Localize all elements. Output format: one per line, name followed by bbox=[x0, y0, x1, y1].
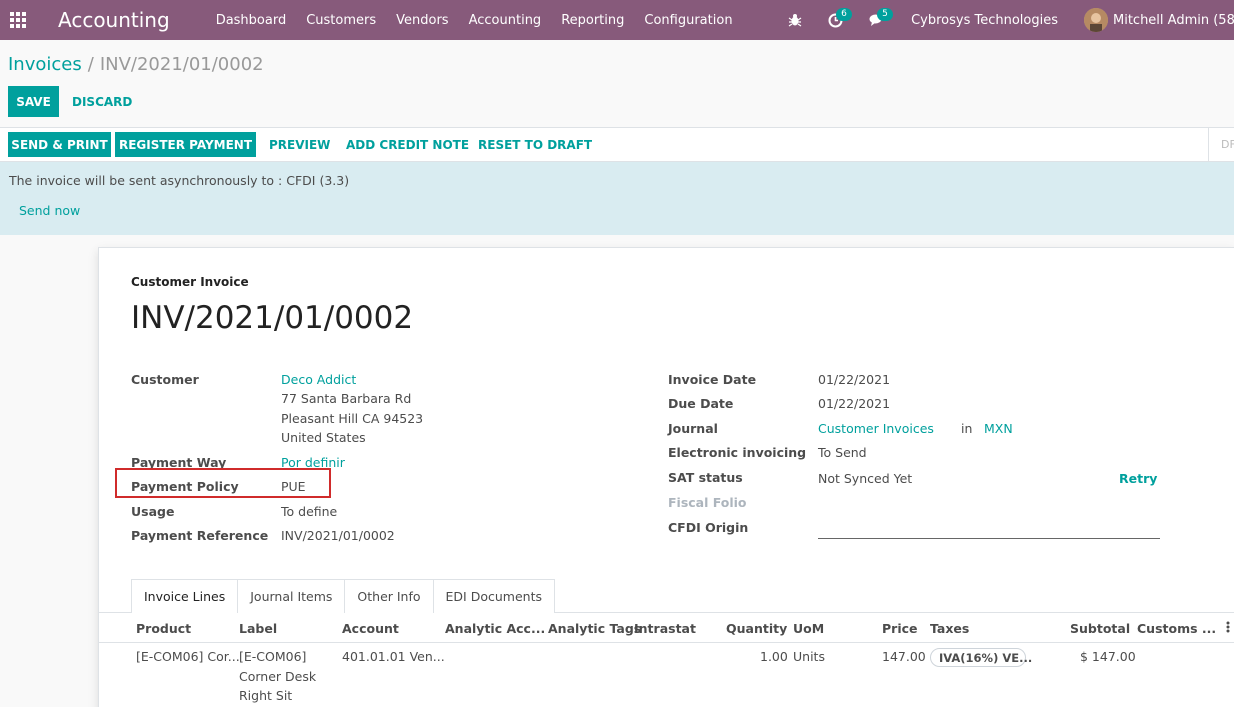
journal-label: Journal bbox=[668, 421, 718, 436]
invoice-date-field[interactable]: 01/22/2021 bbox=[818, 372, 890, 387]
reset-to-draft-button[interactable]: RESET TO DRAFT bbox=[478, 132, 592, 157]
customer-address-line2: Pleasant Hill CA 94523 bbox=[281, 411, 424, 426]
retry-button[interactable]: Retry bbox=[1119, 471, 1157, 486]
discard-button[interactable]: DISCARD bbox=[72, 86, 132, 117]
usage-label: Usage bbox=[131, 504, 175, 519]
col-label[interactable]: Label bbox=[239, 621, 277, 636]
invoice-date-label: Invoice Date bbox=[668, 372, 757, 387]
payment-way-label: Payment Way bbox=[131, 455, 227, 470]
cfdi-origin-input[interactable] bbox=[818, 538, 1160, 539]
journal-field[interactable]: Customer Invoices bbox=[818, 421, 934, 436]
sat-status-label: SAT status bbox=[668, 470, 743, 485]
invoice-number-title: INV/2021/01/0002 bbox=[131, 300, 414, 336]
debug-bug-icon[interactable] bbox=[788, 0, 802, 40]
company-switcher[interactable]: Cybrosys Technologies bbox=[911, 13, 1058, 28]
tab-invoice-lines[interactable]: Invoice Lines bbox=[131, 579, 239, 614]
user-avatar bbox=[1084, 8, 1108, 32]
customer-address-line1: 77 Santa Barbara Rd bbox=[281, 391, 412, 406]
payment-way-field[interactable]: Por definir bbox=[281, 455, 345, 470]
menu-configuration[interactable]: Configuration bbox=[644, 13, 732, 28]
app-title: Accounting bbox=[58, 8, 170, 32]
usage-field[interactable]: To define bbox=[281, 504, 337, 519]
menu-reporting[interactable]: Reporting bbox=[561, 13, 624, 28]
menu-vendors[interactable]: Vendors bbox=[396, 13, 448, 28]
row-product[interactable]: [E-COM06] Cor... bbox=[136, 649, 240, 664]
customer-address-line3: United States bbox=[281, 430, 366, 445]
optional-columns-toggle-icon[interactable] bbox=[1226, 621, 1234, 636]
payment-reference-field[interactable]: INV/2021/01/0002 bbox=[281, 528, 395, 543]
tab-edi-documents[interactable]: EDI Documents bbox=[432, 579, 555, 613]
top-navbar: Accounting Dashboard Customers Vendors A… bbox=[0, 0, 1234, 40]
currency-field[interactable]: MXN bbox=[984, 421, 1013, 436]
row-tax-tag[interactable]: IVA(16%) VE... bbox=[930, 648, 1032, 667]
col-price[interactable]: Price bbox=[882, 621, 918, 636]
tab-other-info[interactable]: Other Info bbox=[344, 579, 434, 613]
journal-in-text: in bbox=[961, 421, 973, 436]
row-quantity[interactable]: 1.00 bbox=[760, 649, 788, 664]
tab-journal-items[interactable]: Journal Items bbox=[237, 579, 346, 613]
breadcrumb-current: INV/2021/01/0002 bbox=[99, 54, 264, 75]
send-now-link[interactable]: Send now bbox=[19, 203, 80, 218]
alert-message: The invoice will be sent asynchronously … bbox=[9, 173, 350, 188]
notebook-tabs: Invoice Lines Journal Items Other Info E… bbox=[131, 579, 555, 614]
messages-count-badge: 5 bbox=[877, 8, 893, 21]
col-subtotal[interactable]: Subtotal bbox=[1070, 621, 1130, 636]
fiscal-folio-label: Fiscal Folio bbox=[668, 495, 747, 510]
menu-accounting[interactable]: Accounting bbox=[469, 13, 542, 28]
payment-policy-field[interactable]: PUE bbox=[281, 479, 306, 494]
preview-button[interactable]: PREVIEW bbox=[269, 132, 330, 157]
col-product[interactable]: Product bbox=[136, 621, 191, 636]
due-date-field[interactable]: 01/22/2021 bbox=[818, 396, 890, 411]
col-analytic-account[interactable]: Analytic Acc... bbox=[445, 621, 545, 636]
add-credit-note-button[interactable]: ADD CREDIT NOTE bbox=[346, 132, 469, 157]
col-customs[interactable]: Customs ... bbox=[1137, 621, 1217, 636]
invoice-type-label: Customer Invoice bbox=[131, 275, 249, 289]
main-menu: Dashboard Customers Vendors Accounting R… bbox=[216, 13, 753, 28]
activity-count-badge: 6 bbox=[836, 8, 852, 21]
row-account[interactable]: 401.01.01 Ven... bbox=[342, 649, 445, 664]
menu-customers[interactable]: Customers bbox=[306, 13, 376, 28]
customer-field[interactable]: Deco Addict bbox=[281, 372, 356, 387]
row-price[interactable]: 147.00 bbox=[882, 649, 926, 664]
breadcrumb-invoices-link[interactable]: Invoices bbox=[8, 54, 82, 75]
row-label-line3: Right Sit bbox=[239, 688, 293, 703]
payment-policy-label: Payment Policy bbox=[131, 479, 239, 494]
electronic-invoicing-label: Electronic invoicing bbox=[668, 445, 807, 460]
app-menu-icon[interactable] bbox=[2, 0, 34, 40]
col-taxes[interactable]: Taxes bbox=[930, 621, 969, 636]
user-menu[interactable]: Mitchell Admin (5852 bbox=[1084, 8, 1234, 32]
col-quantity[interactable]: Quantity bbox=[726, 621, 787, 636]
user-name: Mitchell Admin (5852 bbox=[1113, 12, 1234, 28]
breadcrumb: Invoices / INV/2021/01/0002 bbox=[8, 54, 264, 75]
row-subtotal: $ 147.00 bbox=[1080, 649, 1136, 664]
col-intrastat[interactable]: Intrastat bbox=[634, 621, 696, 636]
send-print-button[interactable]: SEND & PRINT bbox=[8, 132, 111, 157]
col-uom[interactable]: UoM bbox=[793, 621, 824, 636]
row-uom[interactable]: Units bbox=[793, 649, 825, 664]
cfdi-origin-label: CFDI Origin bbox=[668, 520, 749, 535]
sat-status-field: Not Synced Yet bbox=[818, 471, 913, 486]
customer-label: Customer bbox=[131, 372, 199, 387]
invoice-form-sheet: Customer Invoice INV/2021/01/0002 Custom… bbox=[98, 247, 1234, 707]
messages-chat-icon[interactable]: 5 bbox=[869, 0, 893, 40]
col-analytic-tags[interactable]: Analytic Tags bbox=[548, 621, 641, 636]
menu-dashboard[interactable]: Dashboard bbox=[216, 13, 287, 28]
activity-clock-icon[interactable]: 6 bbox=[828, 0, 852, 40]
table-header-divider bbox=[99, 642, 1234, 643]
breadcrumb-separator: / bbox=[87, 54, 94, 75]
due-date-label: Due Date bbox=[668, 396, 734, 411]
col-account[interactable]: Account bbox=[342, 621, 399, 636]
register-payment-button[interactable]: REGISTER PAYMENT bbox=[115, 132, 256, 157]
row-label-line2: Corner Desk bbox=[239, 669, 317, 684]
electronic-invoicing-field: To Send bbox=[818, 445, 867, 460]
status-stage-stub[interactable]: DF bbox=[1208, 128, 1234, 161]
payment-reference-label: Payment Reference bbox=[131, 528, 269, 543]
row-label-line1[interactable]: [E-COM06] bbox=[239, 649, 306, 664]
async-send-alert: The invoice will be sent asynchronously … bbox=[0, 162, 1234, 235]
save-button[interactable]: SAVE bbox=[8, 86, 59, 117]
